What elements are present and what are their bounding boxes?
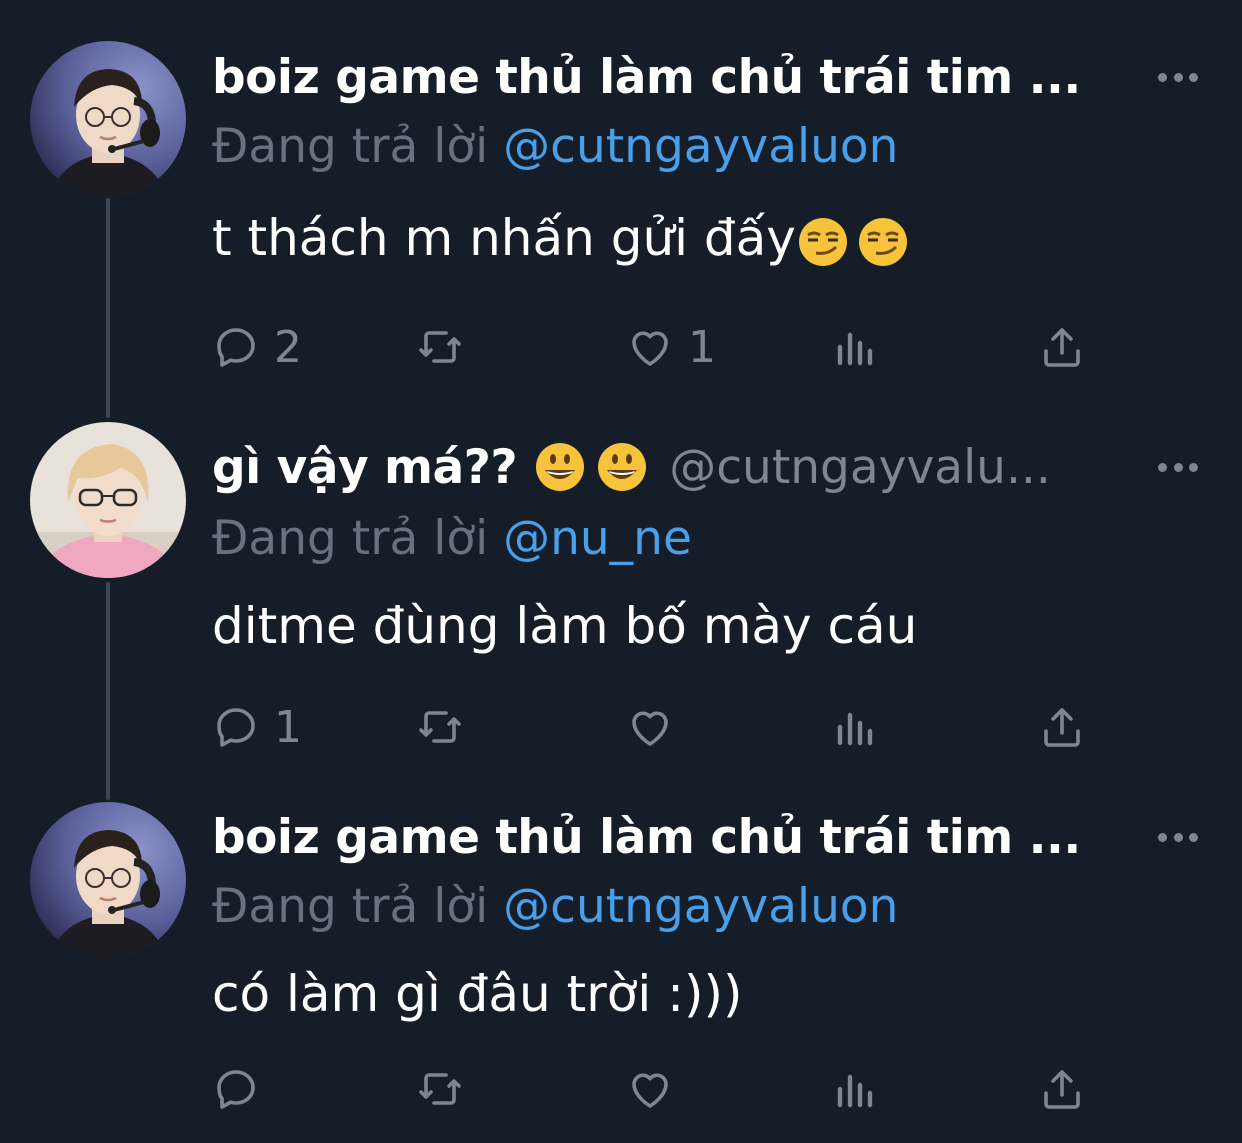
retweet-icon: [419, 711, 461, 743]
avatar[interactable]: [30, 422, 186, 578]
reply-button[interactable]: 1: [212, 697, 302, 757]
share-button[interactable]: [1038, 697, 1086, 757]
thread-line: [106, 582, 110, 800]
reply-prefix: Đang trả lời: [212, 879, 489, 934]
more-options-icon[interactable]: [1158, 831, 1198, 843]
heart-icon: [632, 1073, 668, 1108]
share-button[interactable]: [1038, 1059, 1086, 1119]
retweet-button[interactable]: [416, 1059, 464, 1119]
reply-context: Đang trả lời @nu_ne: [212, 511, 692, 566]
tweet-text: có làm gì đâu trời :))): [212, 965, 743, 1023]
reply-context: Đang trả lời @cutngayvaluon: [212, 119, 898, 174]
more-options-icon[interactable]: [1158, 461, 1198, 473]
analytics-icon: [837, 1074, 873, 1108]
reply-count: 1: [274, 701, 302, 753]
thread-line: [106, 198, 110, 418]
retweet-button[interactable]: [416, 317, 464, 377]
smirking-face-emoji: [798, 217, 847, 266]
retweet-button[interactable]: [416, 697, 464, 757]
analytics-icon: [837, 332, 873, 366]
like-button[interactable]: 1: [626, 317, 716, 377]
analytics-icon: [837, 712, 873, 746]
reply-count: 2: [274, 321, 302, 373]
tweet-header: boiz game thủ làm chủ trái tim ...: [212, 37, 1202, 117]
retweet-icon: [419, 331, 461, 363]
avatar[interactable]: [30, 802, 186, 958]
reply-prefix: Đang trả lời: [212, 511, 489, 566]
heart-icon: [632, 711, 668, 746]
display-name[interactable]: gì vậy má??: [212, 440, 518, 495]
analytics-button[interactable]: [832, 1059, 880, 1119]
more-options-icon[interactable]: [1158, 71, 1198, 83]
reply-icon: [217, 1070, 255, 1109]
reply-mention[interactable]: @cutngayvaluon: [503, 119, 898, 174]
display-name[interactable]: boiz game thủ làm chủ trái tim ...: [212, 810, 1081, 865]
reply-button[interactable]: [212, 1059, 260, 1119]
like-count: 1: [688, 321, 716, 373]
reply-mention[interactable]: @nu_ne: [503, 511, 692, 566]
reply-mention[interactable]: @cutngayvaluon: [503, 879, 898, 934]
share-icon: [1044, 708, 1080, 747]
tweet-text: t thách m nhấn gửi đấy: [212, 209, 908, 267]
share-icon: [1044, 1070, 1080, 1109]
tweet-header: boiz game thủ làm chủ trái tim ...: [212, 797, 1202, 877]
reply-prefix: Đang trả lời: [212, 119, 489, 174]
handle[interactable]: @cutngayvalu...: [669, 440, 1051, 495]
analytics-button[interactable]: [832, 317, 880, 377]
reply-icon: [217, 328, 255, 367]
like-button[interactable]: [626, 1059, 674, 1119]
heart-icon: [632, 331, 668, 366]
like-button[interactable]: [626, 697, 674, 757]
tweet-actions: 2 1: [212, 317, 1092, 377]
analytics-button[interactable]: [832, 697, 880, 757]
reply-button[interactable]: 2: [212, 317, 302, 377]
share-icon: [1044, 328, 1080, 367]
tweet-actions: 1: [212, 697, 1092, 757]
tweet-text-content: t thách m nhấn gửi đấy: [212, 209, 796, 267]
tweet-text: ditme đùng làm bố mày cáu: [212, 597, 918, 655]
display-name[interactable]: boiz game thủ làm chủ trái tim ...: [212, 50, 1081, 105]
tweet-actions: [212, 1059, 1092, 1119]
grinning-face-emoji: [536, 443, 585, 491]
reply-icon: [217, 708, 255, 747]
reply-context: Đang trả lời @cutngayvaluon: [212, 879, 898, 934]
grinning-face-emoji: [598, 443, 647, 491]
retweet-icon: [419, 1073, 461, 1105]
smirking-face-emoji: [858, 217, 907, 266]
tweet-header: gì vậy má?? @cutngayvalu...: [212, 427, 1202, 507]
share-button[interactable]: [1038, 317, 1086, 377]
avatar[interactable]: [30, 41, 186, 197]
